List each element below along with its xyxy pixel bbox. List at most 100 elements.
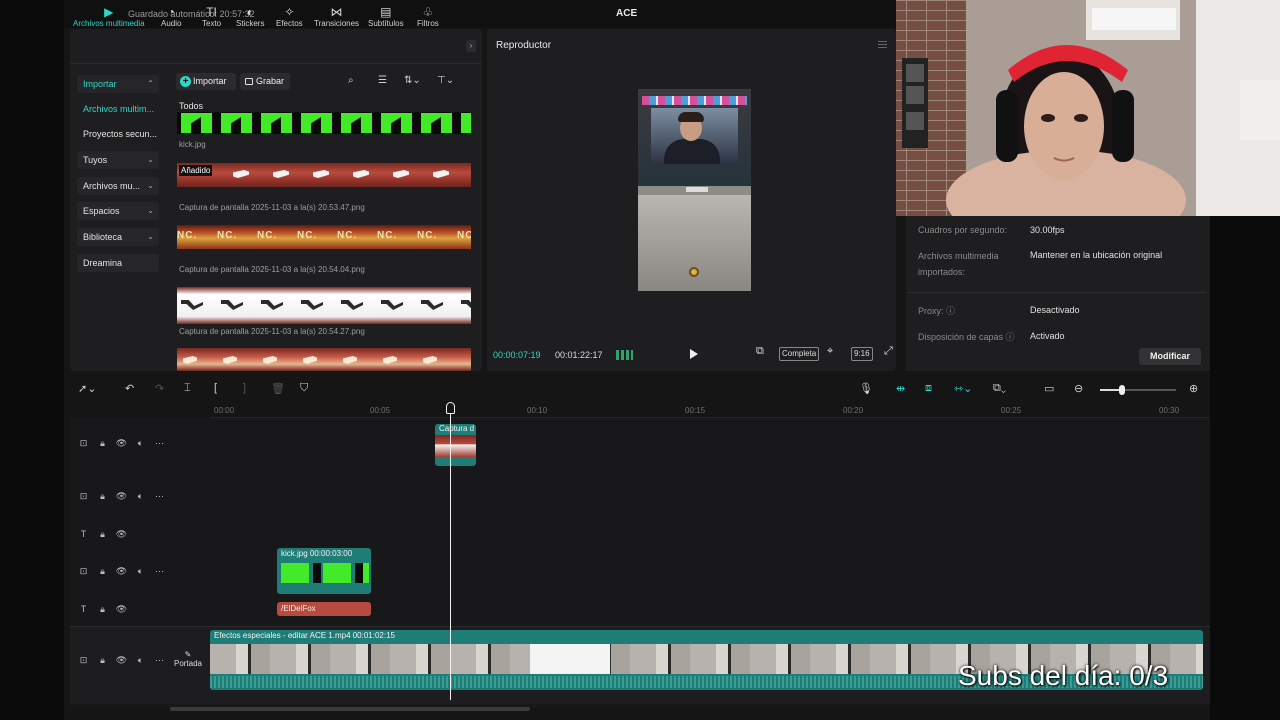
shield-icon[interactable]: ⛉ xyxy=(300,382,308,395)
menu-icon[interactable] xyxy=(878,41,887,48)
tab-subtitles[interactable]: ▤ Subtítulos xyxy=(368,5,404,28)
timecode-icon[interactable]: ⧉ xyxy=(756,345,764,358)
search-icon[interactable]: ⌕ xyxy=(348,75,354,86)
modify-button[interactable]: Modificar xyxy=(1139,348,1201,365)
monitor-icon[interactable]: ▭ xyxy=(1044,382,1054,395)
tab-transitions[interactable]: ⋈ Transiciones xyxy=(314,5,359,28)
media-thumbnail-capture-1[interactable] xyxy=(177,163,471,187)
eye-icon[interactable]: 👁︎ xyxy=(112,491,131,502)
import-button[interactable]: + Importar xyxy=(176,73,236,90)
sidebar-item-library[interactable]: Biblioteca ⌄ xyxy=(77,228,159,246)
eye-icon[interactable]: 👁︎ xyxy=(112,566,131,577)
media-thumbnail-capture-4[interactable] xyxy=(177,348,471,371)
microphone-icon[interactable]: 🎙 xyxy=(859,382,873,395)
lock-icon[interactable]: 🔒︎ xyxy=(93,655,112,666)
media-thumbnail-capture-3[interactable] xyxy=(177,287,471,324)
tab-stickers[interactable]: ◐ Stickers xyxy=(236,5,264,28)
ruler-label: 00:05 xyxy=(370,406,391,415)
thumb-mark xyxy=(461,300,471,310)
timeline-clip-kick[interactable]: kick.jpg 00:00:03:00 xyxy=(277,548,371,594)
thumb-mark xyxy=(301,300,323,310)
zoom-slider-thumb[interactable] xyxy=(1119,385,1125,395)
preview-canvas[interactable] xyxy=(638,89,751,291)
timeline-clip-text[interactable]: /ElDelFox xyxy=(277,602,371,616)
select-tool-icon[interactable]: ➚⌄ xyxy=(78,382,96,395)
fullscreen-icon[interactable]: ⤢ xyxy=(884,345,893,358)
cover-icon[interactable]: ⊡ xyxy=(74,438,93,449)
ruler-label: 00:15 xyxy=(685,406,706,415)
more-icon[interactable]: ⋯ xyxy=(150,438,169,449)
list-view-icon[interactable]: ☰ xyxy=(378,75,387,86)
lock-icon[interactable]: 🔒︎ xyxy=(93,529,112,540)
eye-icon[interactable]: 👁︎ xyxy=(112,604,131,615)
quality-button[interactable]: Completa xyxy=(779,347,820,361)
more-icon[interactable]: ⋯ xyxy=(150,566,169,577)
split-icon[interactable]: ⌶ xyxy=(184,382,191,395)
trim-right-icon[interactable]: ] xyxy=(243,382,246,394)
record-button[interactable]: Grabar xyxy=(240,73,290,90)
eye-icon[interactable]: 👁︎ xyxy=(112,438,131,449)
webcam-overlay xyxy=(896,0,1280,216)
speaker-icon[interactable]: 🔈︎ xyxy=(131,491,150,502)
tab-audio[interactable]: ◔ Audio xyxy=(161,5,181,28)
text-track-icon: T xyxy=(80,529,87,539)
speaker-icon[interactable]: 🔈︎ xyxy=(131,655,150,666)
tab-effects[interactable]: ✧ Efectos xyxy=(276,5,303,28)
lock-icon[interactable]: 🔒︎ xyxy=(93,438,112,449)
playhead-handle[interactable] xyxy=(446,402,455,414)
cover-icon[interactable]: ⊡ xyxy=(74,566,93,577)
sidebar-item-subprojects[interactable]: Proyectos secun... xyxy=(77,125,159,143)
eye-icon[interactable]: 👁︎ xyxy=(112,655,131,666)
snap-icon[interactable]: ⇿⌄ xyxy=(954,382,972,395)
redo-icon[interactable]: ↷ xyxy=(155,382,164,395)
crop-icon[interactable]: ⌖ xyxy=(827,345,833,358)
sort-icon[interactable]: ⇅⌄ xyxy=(404,75,421,86)
cover-button[interactable]: ✎ Portada xyxy=(172,650,204,668)
undo-icon[interactable]: ↶ xyxy=(125,382,134,395)
play-icon[interactable] xyxy=(690,349,698,359)
tab-text[interactable]: TI Texto xyxy=(202,5,221,28)
sidebar-item-spaces[interactable]: Espacios ⌄ xyxy=(77,202,159,220)
media-thumbnail-kick[interactable] xyxy=(177,112,471,134)
delete-icon[interactable]: 🗑 xyxy=(271,382,285,395)
sidebar-item-yours[interactable]: Tuyos ⌄ xyxy=(77,151,159,169)
speaker-icon[interactable]: 🔈︎ xyxy=(131,438,150,449)
link-icon[interactable]: ⧈ xyxy=(925,382,932,395)
thumb-text: NC. xyxy=(457,230,471,241)
more-icon[interactable]: ⋯ xyxy=(150,491,169,502)
tab-media[interactable]: ▶ Archivos multimedia xyxy=(73,5,145,28)
camera-icon xyxy=(245,78,253,85)
thumb-frame xyxy=(221,113,252,133)
media-thumbnail-capture-2[interactable]: NC. NC. NC. NC. NC. NC. NC. NC. xyxy=(177,225,471,249)
playhead[interactable] xyxy=(450,404,451,700)
lock-icon[interactable]: 🔒︎ xyxy=(93,491,112,502)
preview-axis-icon[interactable]: ⧉⌄ xyxy=(993,382,1006,395)
ratio-button[interactable]: 9:16 xyxy=(851,347,873,361)
zoom-in-icon[interactable]: ⊕ xyxy=(1189,382,1198,395)
timeline-clip-capture[interactable]: Captura d xyxy=(435,424,476,466)
media-filename: Captura de pantalla 2025-11-03 a la(s) 2… xyxy=(179,203,365,212)
magnet-icon[interactable]: ⇹ xyxy=(896,382,905,395)
cover-icon[interactable]: ⊡ xyxy=(74,491,93,502)
lock-icon[interactable]: 🔒︎ xyxy=(93,604,112,615)
more-icon[interactable]: ⋯ xyxy=(150,655,169,666)
timeline-scrollbar[interactable] xyxy=(170,707,530,711)
sidebar-item-media-library[interactable]: Archivos mu... ⌄ xyxy=(77,177,159,195)
clip-thumbnail-gap xyxy=(355,563,363,583)
eye-icon[interactable]: 👁︎ xyxy=(112,529,131,540)
speaker-icon[interactable]: 🔈︎ xyxy=(131,566,150,577)
time-ruler[interactable] xyxy=(210,404,1210,418)
filter-funnel-icon[interactable]: ⊤⌄ xyxy=(437,75,454,86)
sidebar-item-import[interactable]: Importar ⌃ xyxy=(77,75,159,93)
thumb-text: NC. xyxy=(297,230,318,241)
lock-icon[interactable]: 🔒︎ xyxy=(93,566,112,577)
cover-icon[interactable]: ⊡ xyxy=(74,655,93,666)
total-time: 00:01:22:17 xyxy=(555,350,603,360)
chevron-right-icon[interactable]: › xyxy=(466,40,476,52)
trim-left-icon[interactable]: [ xyxy=(214,382,217,394)
zoom-out-icon[interactable]: ⊖ xyxy=(1074,382,1083,395)
sidebar-item-media-files[interactable]: Archivos multim... xyxy=(77,100,159,118)
sidebar-item-dreamina[interactable]: Dreamina xyxy=(77,254,159,272)
thumb-mark xyxy=(303,356,317,364)
tab-filters[interactable]: ♧ Filtros xyxy=(417,5,439,28)
